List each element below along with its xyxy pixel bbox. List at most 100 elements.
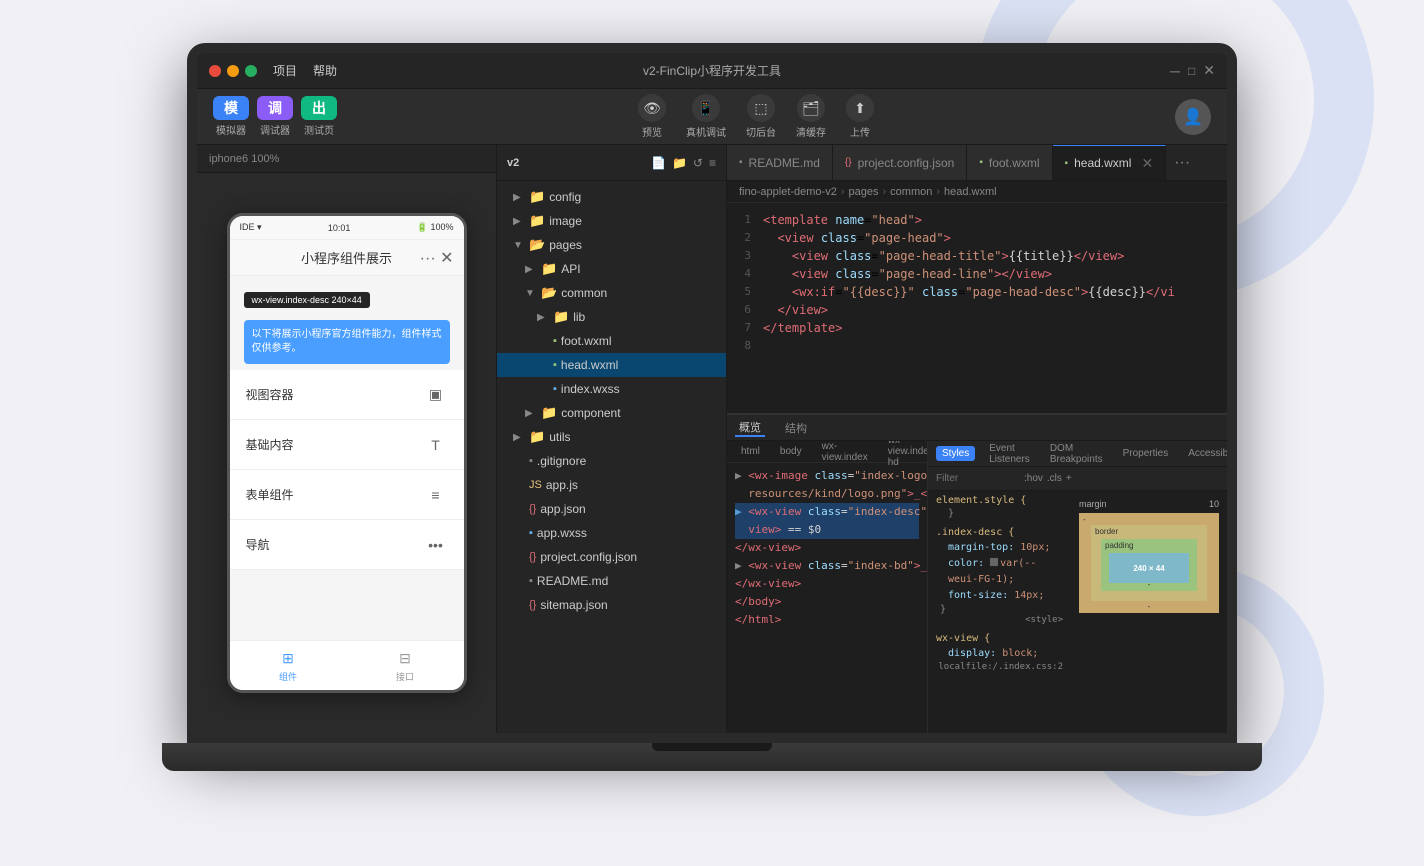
tree-label: project.config.json [540,550,637,564]
html-tab-html[interactable]: html [735,444,766,459]
html-tab-body[interactable]: body [774,444,808,459]
breadcrumb-item-0: fino-applet-demo-v2 [739,186,837,198]
tree-item-app-wxss[interactable]: ▶ ▪ app.wxss [497,521,726,545]
preview-action[interactable]: 👁 预览 [638,94,666,139]
style-prop: font-size: 14px; [936,588,1063,604]
tab-more-btn[interactable]: ··· [1166,145,1198,180]
file-icon: ▪ [553,335,557,347]
styles-tab-access[interactable]: Accessibility [1182,446,1227,461]
tree-item-config[interactable]: ▶ 📁 config [497,185,726,209]
tree-item-gitignore[interactable]: ▶ ▪ .gitignore [497,449,726,473]
tab-foot-wxml[interactable]: ▪ foot.wxml [967,145,1052,180]
app-title-text: 小程序组件展示 [301,248,392,267]
tab-bar: ▪ README.md {} project.config.json ▪ foo… [727,145,1227,181]
debugger-btn[interactable]: 调 调试器 [257,96,293,137]
new-folder-icon[interactable]: 📁 [672,156,687,170]
nav-interface[interactable]: ⊟ 接口 [347,648,464,683]
simulator-btn[interactable]: 模 模拟器 [213,96,249,137]
tab-icon: ▪ [1065,158,1069,169]
file-tree-content: ▶ 📁 config ▶ 📁 image ▼ [497,181,726,733]
tree-item-pages[interactable]: ▼ 📂 pages [497,233,726,257]
main-content: iphone6 100% IDE ▾ 10:01 🔋 100% [197,145,1227,733]
user-avatar[interactable]: 👤 [1175,99,1211,135]
code-editor[interactable]: 1 <template name="head"> 2 <view class="… [727,203,1227,413]
line-content: <view class="page-head"> [763,229,1227,247]
filter-add-btn[interactable]: + [1066,473,1072,484]
tree-item-head-wxml[interactable]: ▶ ▪ head.wxml [497,353,726,377]
phone-menu-item-1[interactable]: 基础内容 T [230,420,464,470]
phone-menu-item-2[interactable]: 表单组件 ≡ [230,470,464,520]
tree-item-index-wxss[interactable]: ▶ ▪ index.wxss [497,377,726,401]
menu-item-1-label: 基础内容 [246,436,294,453]
tab-readme[interactable]: ▪ README.md [727,145,833,180]
tree-item-sitemap[interactable]: ▶ {} sitemap.json [497,593,726,617]
file-icon: ▪ [529,455,533,467]
tree-item-utils[interactable]: ▶ 📁 utils [497,425,726,449]
tab-head-wxml[interactable]: ▪ head.wxml ✕ [1053,145,1167,180]
phone-content: wx-view.index-desc 240×44 以下将展示小程序官方组件能力… [230,276,464,640]
clear-action[interactable]: 🗂 清缓存 [796,94,826,139]
nav-component[interactable]: ⊞ 组件 [230,648,347,683]
tree-label: index.wxss [561,382,620,396]
win-minimize-btn[interactable] [227,65,239,77]
tree-item-foot-wxml[interactable]: ▶ ▪ foot.wxml [497,329,726,353]
title-bar-left: 项目 帮助 [209,62,337,79]
minimize-icon[interactable]: ─ [1170,63,1180,79]
styles-panel: Styles Event Listeners DOM Breakpoints P… [927,441,1227,733]
toolbar-right: 👤 [1175,99,1211,135]
styles-tab-dom[interactable]: DOM Breakpoints [1044,441,1109,467]
cut-action[interactable]: ⬚ 切后台 [746,94,776,139]
tree-label: config [549,190,581,204]
styles-filter-input[interactable] [936,473,1016,484]
upload-action[interactable]: ⬆ 上传 [846,94,874,139]
refresh-icon[interactable]: ↺ [693,156,703,170]
phone-status-bar: IDE ▾ 10:01 🔋 100% [230,216,464,240]
tree-label: app.json [540,502,585,516]
tab-project-config[interactable]: {} project.config.json [833,145,967,180]
tree-item-project-config[interactable]: ▶ {} project.config.json [497,545,726,569]
filter-cls-btn[interactable]: .cls [1047,473,1062,484]
win-close-btn[interactable] [209,65,221,77]
folder-icon: 📁 [541,405,557,421]
menu-item-project[interactable]: 项目 [273,62,297,79]
more-options-btn[interactable]: ··· ✕ [420,248,454,268]
file-icon: {} [529,551,536,563]
phone-menu-item-0[interactable]: 视图容器 ▣ [230,370,464,420]
restore-icon[interactable]: □ [1188,64,1195,78]
html-line-1: ▶ <wx-image class="index-logo" src="../r… [735,467,919,485]
styles-rule-wx-view: wx-view { display: block; localfile:/.in… [936,633,1063,672]
html-tab-index[interactable]: wx-view.index [816,441,874,465]
tree-item-readme[interactable]: ▶ ▪ README.md [497,569,726,593]
phone-menu-item-3[interactable]: 导航 ••• [230,520,464,570]
selector: element.style { [936,495,1063,506]
tree-item-common[interactable]: ▼ 📂 common [497,281,726,305]
line-number: 1 [727,211,763,229]
tree-item-component[interactable]: ▶ 📁 component [497,401,726,425]
styles-filter-btns: :hov .cls + [1024,473,1072,484]
filter-hov-btn[interactable]: :hov [1024,473,1043,484]
title-bar: 项目 帮助 v2-FinClip小程序开发工具 ─ □ ✕ [197,53,1227,89]
close-window-icon[interactable]: ✕ [1203,62,1215,79]
dev-tab-overview[interactable]: 概览 [735,419,765,437]
styles-tab-events[interactable]: Event Listeners [983,441,1036,467]
tree-item-lib[interactable]: ▶ 📁 lib [497,305,726,329]
tree-item-api[interactable]: ▶ 📁 API [497,257,726,281]
file-tree-title: v2 [507,157,519,169]
new-file-icon[interactable]: 📄 [651,156,666,170]
app-window: 项目 帮助 v2-FinClip小程序开发工具 ─ □ ✕ 模 模拟器 [197,53,1227,733]
tree-item-app-js[interactable]: ▶ JS app.js [497,473,726,497]
file-tree-header: v2 📄 📁 ↺ ≡ [497,145,726,181]
tree-item-image[interactable]: ▶ 📁 image [497,209,726,233]
dev-tab-structure[interactable]: 结构 [781,420,811,436]
win-maximize-btn[interactable] [245,65,257,77]
styles-tab-props[interactable]: Properties [1117,446,1175,461]
menu-item-help[interactable]: 帮助 [313,62,337,79]
line-number: 5 [727,283,763,301]
collapse-icon[interactable]: ≡ [709,156,716,170]
testpage-btn[interactable]: 出 测试页 [301,96,337,137]
real-device-action[interactable]: 📱 真机调试 [686,94,726,139]
tab-close-icon[interactable]: ✕ [1141,155,1153,172]
line-number: 7 [727,319,763,337]
tree-item-app-json[interactable]: ▶ {} app.json [497,497,726,521]
styles-tab-styles[interactable]: Styles [936,446,975,461]
